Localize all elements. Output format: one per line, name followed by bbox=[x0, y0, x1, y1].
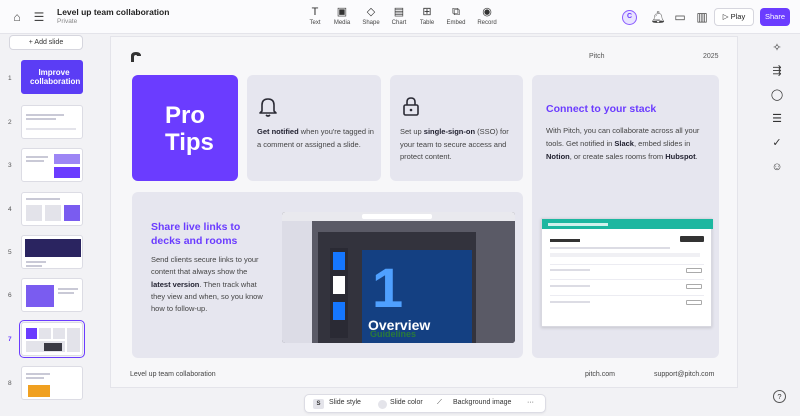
home-icon[interactable]: ⌂ bbox=[9, 9, 25, 25]
slide-canvas[interactable]: Pitch 2025 Pro Tips Get notified when yo… bbox=[110, 36, 738, 388]
pitch-logo-icon bbox=[131, 52, 141, 62]
top-bar: ⌂ ☰ Level up team collaboration Private … bbox=[0, 0, 800, 34]
slide-thumbnail-3[interactable] bbox=[21, 148, 83, 182]
profile-icon[interactable]: ☺ bbox=[769, 159, 785, 175]
media-tool-button[interactable]: ▣ Media bbox=[327, 5, 357, 26]
browser-screenshot-image: 1 Overview Guidelines bbox=[282, 212, 515, 343]
shape-icon: ◇ bbox=[366, 6, 376, 18]
slide-panel: + Add slide 1 Improve collaboration 2 3 … bbox=[0, 34, 92, 416]
notification-tip-text: Get notified when you're tagged in a com… bbox=[257, 127, 374, 149]
visibility-label[interactable]: Private bbox=[57, 18, 77, 25]
slide-number: 5 bbox=[8, 249, 12, 256]
slide-number: 4 bbox=[8, 206, 12, 213]
animation-icon[interactable]: ⇶ bbox=[769, 63, 785, 79]
notes-icon[interactable]: ☰ bbox=[769, 111, 785, 127]
add-slide-button[interactable]: + Add slide bbox=[9, 35, 83, 50]
analytics-icon[interactable]: ▥ bbox=[694, 9, 710, 25]
help-button[interactable]: ? bbox=[773, 390, 786, 403]
play-icon: ▷ bbox=[722, 12, 729, 21]
document-title[interactable]: Level up team collaboration bbox=[57, 7, 169, 17]
slide-color-button[interactable]: Slide color bbox=[390, 399, 423, 406]
slide-thumbnail-8[interactable] bbox=[21, 366, 83, 400]
record-tool-button[interactable]: ◉ Record bbox=[472, 5, 502, 26]
menu-icon[interactable]: ☰ bbox=[31, 9, 47, 25]
mock-slide-number: 1 bbox=[372, 256, 404, 319]
pro-tips-line2: Tips bbox=[165, 129, 214, 156]
table-tool-button[interactable]: ⊞ Table bbox=[412, 5, 442, 26]
slide-thumbnail-5[interactable] bbox=[21, 235, 83, 269]
user-avatar[interactable]: C bbox=[622, 10, 637, 25]
slide-number: 7 bbox=[8, 336, 12, 343]
slide-number: 8 bbox=[8, 380, 12, 387]
comment-box-icon[interactable]: ▭ bbox=[672, 9, 688, 25]
pro-tips-card: Pro Tips bbox=[132, 75, 238, 181]
year-label: 2025 bbox=[703, 53, 719, 60]
embed-icon: ⧉ bbox=[452, 6, 460, 18]
play-button[interactable]: ▷ Play bbox=[714, 8, 754, 26]
notification-tip-card: Get notified when you're tagged in a com… bbox=[247, 75, 381, 181]
mock-guidelines-text: Guidelines bbox=[370, 329, 417, 339]
share-button[interactable]: Share bbox=[760, 8, 790, 26]
sso-tip-card: Set up single-sign-on (SSO) for your tea… bbox=[390, 75, 523, 181]
record-icon: ◉ bbox=[482, 6, 492, 18]
sso-tip-text: Set up single-sign-on (SSO) for your tea… bbox=[400, 127, 509, 161]
slide-options-toolbar: S Slide style Slide color ⟋ Background i… bbox=[304, 394, 546, 413]
background-image-icon: ⟋ bbox=[437, 399, 442, 406]
slide-thumbnail-2[interactable] bbox=[21, 105, 83, 139]
text-tool-button[interactable]: T Text bbox=[300, 5, 330, 26]
pro-tips-line1: Pro bbox=[165, 102, 206, 129]
connect-text: With Pitch, you can collaborate across a… bbox=[546, 126, 700, 161]
slide-number: 3 bbox=[8, 162, 12, 169]
text-icon: T bbox=[311, 6, 319, 18]
share-text: Send clients secure links to your conten… bbox=[151, 255, 263, 314]
slide-thumbnail-1[interactable]: Improve collaboration bbox=[21, 60, 83, 94]
checklist-icon[interactable]: ✓ bbox=[769, 135, 785, 151]
slide-color-swatch-icon bbox=[378, 400, 387, 409]
shape-tool-button[interactable]: ◇ Shape bbox=[356, 5, 386, 26]
slide-thumbnail-7[interactable] bbox=[19, 320, 85, 358]
slide-style-button[interactable]: Slide style bbox=[329, 399, 361, 406]
footer-site: pitch.com bbox=[585, 371, 615, 378]
slide-number: 2 bbox=[8, 119, 12, 126]
bell-icon[interactable]: 🔔︎ bbox=[650, 9, 666, 25]
slide-number: 6 bbox=[8, 292, 12, 299]
footer-title: Level up team collaboration bbox=[130, 371, 216, 378]
table-icon: ⊞ bbox=[422, 6, 432, 18]
slide-thumbnail-4[interactable] bbox=[21, 192, 83, 226]
tools-icon[interactable]: ✧ bbox=[769, 40, 785, 56]
connect-title: Connect to your stack bbox=[546, 103, 657, 115]
chart-tool-button[interactable]: ▤ Chart bbox=[384, 5, 414, 26]
footer-email: support@pitch.com bbox=[654, 371, 715, 378]
more-options-button[interactable]: ··· bbox=[527, 399, 534, 406]
slide-style-icon: S bbox=[313, 399, 324, 409]
thumbnail-title: Improve collaboration bbox=[30, 68, 81, 86]
embed-tool-button[interactable]: ⧉ Embed bbox=[441, 5, 471, 26]
comments-icon[interactable]: ◯ bbox=[769, 87, 785, 103]
slide-thumbnail-6[interactable] bbox=[21, 278, 83, 312]
chart-icon: ▤ bbox=[393, 6, 405, 18]
slide-number: 1 bbox=[8, 75, 12, 82]
share-title: Share live links to decks and rooms bbox=[151, 221, 241, 247]
bell-icon bbox=[259, 98, 277, 117]
brand-label: Pitch bbox=[589, 53, 605, 60]
background-image-button[interactable]: Background image bbox=[453, 399, 511, 406]
lock-icon bbox=[403, 97, 419, 116]
media-icon: ▣ bbox=[336, 6, 348, 18]
integration-modal-image bbox=[541, 218, 713, 327]
